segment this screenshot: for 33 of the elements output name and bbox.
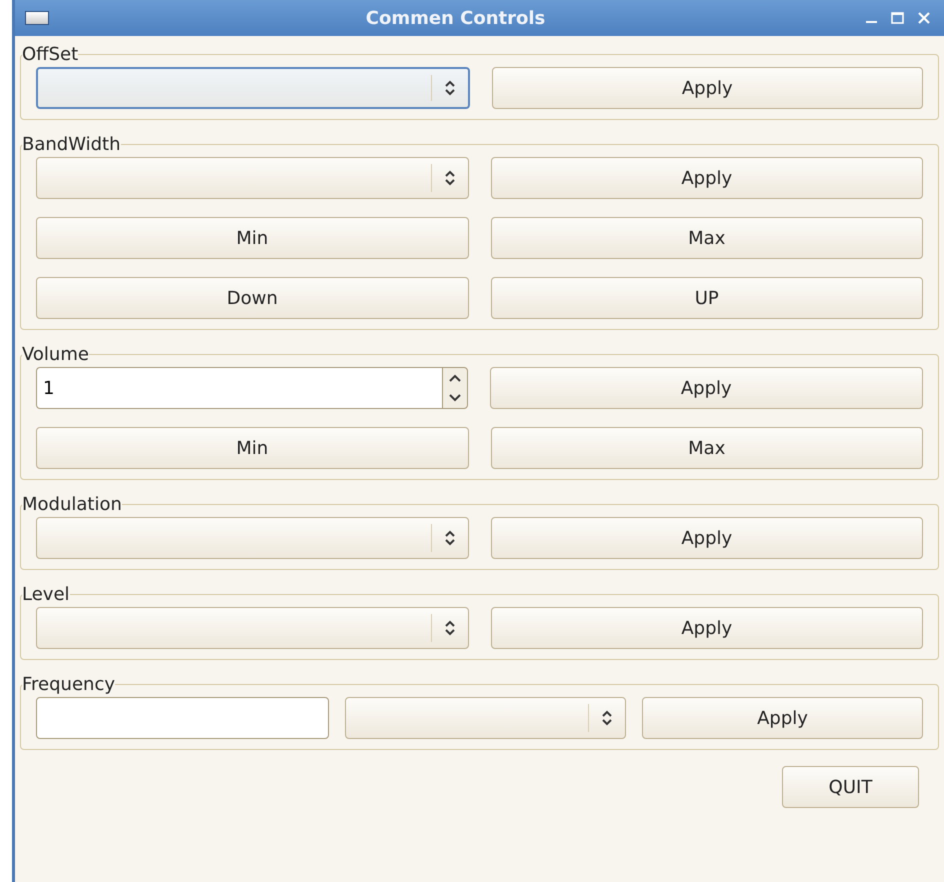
dropdown[interactable] xyxy=(345,697,626,739)
action-button[interactable]: Apply xyxy=(492,67,923,109)
action-button[interactable]: Apply xyxy=(642,697,923,739)
action-button[interactable]: Apply xyxy=(490,367,923,409)
input-field[interactable] xyxy=(36,697,329,739)
up-down-arrows-icon xyxy=(442,168,456,188)
window-title: Commen Controls xyxy=(364,8,546,28)
dropdown[interactable] xyxy=(36,607,468,649)
spin-box-field[interactable]: 1 xyxy=(36,367,442,409)
action-button[interactable]: Max xyxy=(490,427,923,469)
action-button[interactable]: Down xyxy=(36,277,468,319)
action-button[interactable]: Max xyxy=(490,217,923,259)
dropdown[interactable] xyxy=(36,67,470,109)
group-title: Modulation xyxy=(22,494,122,515)
dropdown[interactable] xyxy=(36,517,468,559)
quit-button[interactable]: QUIT xyxy=(782,766,919,808)
up-down-arrows-icon xyxy=(600,708,614,728)
group-title: Volume xyxy=(22,344,89,365)
action-button[interactable]: Min xyxy=(36,217,468,259)
group-title: BandWidth xyxy=(22,134,121,155)
dropdown[interactable] xyxy=(36,157,468,199)
group-title: Level xyxy=(22,584,70,605)
up-down-arrows-icon xyxy=(442,618,456,638)
window-menu-icon[interactable] xyxy=(25,11,49,25)
group-title: OffSet xyxy=(22,44,78,65)
up-down-arrows-icon xyxy=(442,78,456,98)
action-button[interactable]: Apply xyxy=(490,157,923,199)
group-title: Frequency xyxy=(22,674,115,695)
action-button[interactable]: UP xyxy=(490,277,923,319)
action-button[interactable]: Apply xyxy=(490,517,923,559)
up-down-arrows-icon xyxy=(442,528,456,548)
action-button[interactable]: Apply xyxy=(490,607,923,649)
action-button[interactable]: Min xyxy=(36,427,468,469)
